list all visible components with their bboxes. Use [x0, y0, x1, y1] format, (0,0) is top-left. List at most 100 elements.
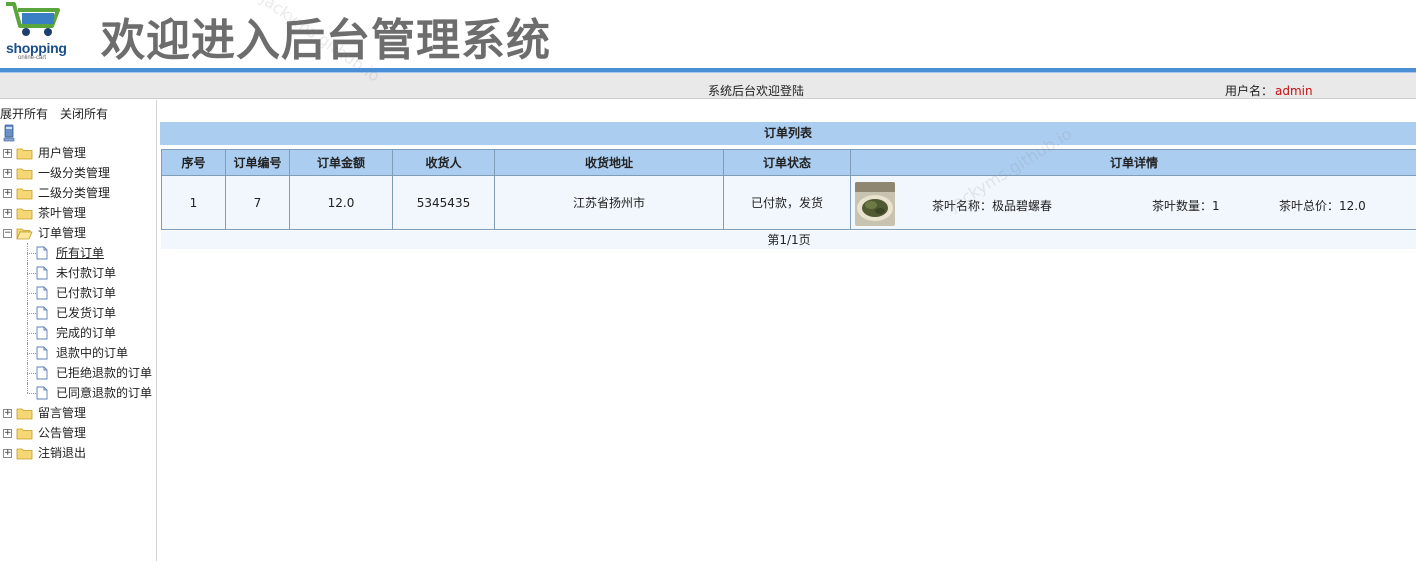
expand-icon[interactable]: + — [3, 149, 12, 158]
user-info: 用户名： admin — [1225, 82, 1313, 99]
collapse-icon[interactable]: − — [3, 229, 12, 238]
tree-child-completed-orders[interactable]: 完成的订单 — [0, 323, 157, 343]
tree-node-order-management[interactable]: − 订单管理 — [0, 223, 157, 243]
column-header: 收货人 — [392, 149, 495, 176]
tree-node-label: 茶叶管理 — [38, 206, 87, 220]
cell-address: 江苏省扬州市 — [494, 175, 724, 230]
tree-node-message-management[interactable]: + 留言管理 — [0, 403, 157, 423]
collapse-all-link[interactable]: 关闭所有 — [60, 107, 108, 121]
cell-index: 1 — [161, 175, 226, 230]
column-header: 订单编号 — [225, 149, 290, 176]
tree-child-refund-rejected-orders[interactable]: 已拒绝退款的订单 — [0, 363, 157, 383]
tree-node-label: 用户管理 — [38, 146, 87, 160]
tree-node-category1[interactable]: + 一级分类管理 — [0, 163, 157, 183]
tree-line — [27, 313, 36, 314]
order-detail: 茶叶名称：极品碧螺春 茶叶数量：1 茶叶总价：12.0 — [851, 177, 1416, 229]
tree-child-label: 完成的订单 — [56, 326, 117, 340]
tree-node-notice-management[interactable]: + 公告管理 — [0, 423, 157, 443]
table-row: 1 7 12.0 5345435 江苏省扬州市 已付款，发货 茶叶名称：极品碧螺… — [161, 175, 1416, 230]
tree-child-shipped-orders[interactable]: 已发货订单 — [0, 303, 157, 323]
expand-all-link[interactable]: 展开所有 — [0, 107, 48, 121]
pagination-text: 第1/1页 — [161, 231, 1416, 249]
cell-order-no: 7 — [225, 175, 290, 230]
tree-child-refunding-orders[interactable]: 退款中的订单 — [0, 343, 157, 363]
document-icon — [36, 326, 48, 340]
tree-child-refund-approved-orders[interactable]: 已同意退款的订单 — [0, 383, 157, 403]
tree-line — [27, 273, 36, 274]
column-header: 订单状态 — [723, 149, 851, 176]
tree-child-label: 未付款订单 — [56, 266, 117, 280]
expand-icon[interactable]: + — [3, 169, 12, 178]
tree-child-label: 已发货订单 — [56, 306, 117, 320]
tree-child-label: 退款中的订单 — [56, 346, 129, 360]
document-icon — [36, 346, 48, 360]
folder-icon — [16, 408, 33, 420]
document-icon — [36, 246, 48, 260]
welcome-text: 系统后台欢迎登陆 — [708, 84, 805, 98]
tree-line — [27, 373, 36, 374]
tree-child-label: 已付款订单 — [56, 286, 117, 300]
cell-amount: 12.0 — [289, 175, 393, 230]
cell-status: 已付款，发货 — [723, 175, 851, 230]
expand-icon[interactable]: + — [3, 209, 12, 218]
username: admin — [1275, 84, 1313, 98]
column-header: 收货地址 — [494, 149, 724, 176]
document-icon — [36, 366, 48, 380]
tree-actions: 展开所有 关闭所有 — [0, 105, 120, 122]
detail-tea-total: 茶叶总价：12.0 — [1279, 198, 1366, 213]
header: shopping online-cart 欢迎进入后台管理系统 — [0, 0, 1416, 68]
tree-node-label: 留言管理 — [38, 406, 87, 420]
tree-child-paid-orders[interactable]: 已付款订单 — [0, 283, 157, 303]
nav-tree: + 用户管理 + 一级分类管理 + 二级分类管理 + 茶叶管理 − 订单管理 所… — [0, 143, 157, 463]
expand-icon[interactable]: + — [3, 189, 12, 198]
tree-line — [27, 383, 28, 393]
tree-child-label: 所有订单 — [56, 246, 105, 260]
expand-icon[interactable]: + — [3, 449, 12, 458]
tree-child-label: 已同意退款的订单 — [56, 386, 153, 400]
tree-node-tea-management[interactable]: + 茶叶管理 — [0, 203, 157, 223]
tree-child-all-orders[interactable]: 所有订单 — [0, 243, 157, 263]
main-content: 订单列表 序号 订单编号 订单金额 收货人 收货地址 订单状态 订单详情 1 7… — [158, 100, 1416, 561]
document-icon — [36, 386, 48, 400]
tree-node-label: 一级分类管理 — [38, 166, 111, 180]
column-header: 订单金额 — [289, 149, 393, 176]
tree-child-unpaid-orders[interactable]: 未付款订单 — [0, 263, 157, 283]
folder-icon — [16, 168, 33, 180]
document-icon — [36, 266, 48, 280]
orders-table: 序号 订单编号 订单金额 收货人 收货地址 订单状态 订单详情 1 7 12.0… — [161, 149, 1416, 230]
column-header: 订单详情 — [850, 149, 1416, 176]
tree-child-label: 已拒绝退款的订单 — [56, 366, 153, 380]
tree-line — [27, 253, 36, 254]
document-icon — [36, 286, 48, 300]
site-title: 欢迎进入后台管理系统 — [101, 15, 551, 66]
folder-icon — [16, 148, 33, 160]
expand-icon[interactable]: + — [3, 429, 12, 438]
cell-detail: 茶叶名称：极品碧螺春 茶叶数量：1 茶叶总价：12.0 — [850, 175, 1416, 230]
tea-product-thumbnail[interactable] — [855, 181, 895, 226]
tree-node-category2[interactable]: + 二级分类管理 — [0, 183, 157, 203]
status-bar: 系统后台欢迎登陆 用户名： admin — [0, 73, 1416, 99]
folder-icon — [16, 448, 33, 460]
tree-node-label: 注销退出 — [38, 446, 87, 460]
tree-node-logout[interactable]: + 注销退出 — [0, 443, 157, 463]
tree-line — [27, 353, 36, 354]
folder-open-icon — [16, 228, 33, 240]
expand-icon[interactable]: + — [3, 409, 12, 418]
tree-line — [27, 293, 36, 294]
tree-node-label: 二级分类管理 — [38, 186, 111, 200]
order-list-title: 订单列表 — [160, 122, 1416, 145]
logo-text: shopping — [6, 40, 67, 56]
logo-subtext: online-cart — [18, 55, 47, 61]
computer-icon — [3, 124, 15, 142]
detail-tea-quantity: 茶叶数量：1 — [1152, 198, 1220, 213]
table-header-row: 序号 订单编号 订单金额 收货人 收货地址 订单状态 订单详情 — [161, 149, 1416, 176]
folder-icon — [16, 208, 33, 220]
tree-line — [27, 393, 36, 394]
tree-line — [27, 333, 36, 334]
tree-node-user-management[interactable]: + 用户管理 — [0, 143, 157, 163]
tree-node-label: 公告管理 — [38, 426, 87, 440]
user-label: 用户名： — [1225, 84, 1274, 98]
sidebar: 展开所有 关闭所有 + 用户管理 + 一级分类管理 + 二级分类管理 + 茶叶管理 — [0, 100, 157, 561]
detail-tea-name: 茶叶名称：极品碧螺春 — [932, 198, 1053, 213]
column-header: 序号 — [161, 149, 226, 176]
